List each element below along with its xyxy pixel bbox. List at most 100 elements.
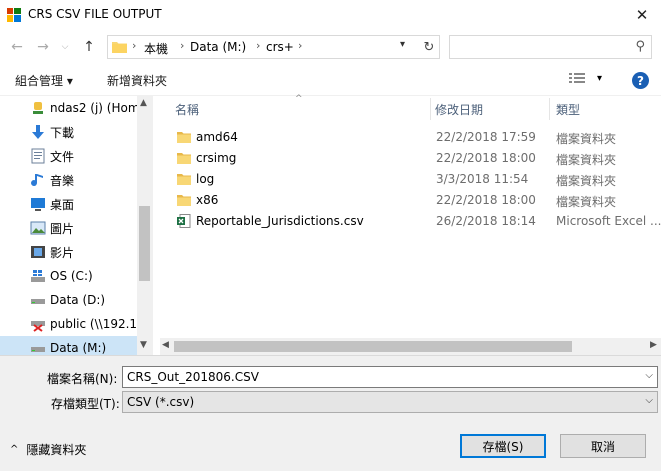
forward-button[interactable]: → — [32, 34, 54, 60]
scroll-right-icon[interactable]: ▶ — [650, 340, 657, 350]
file-type: 檔案資料夾 — [556, 132, 617, 146]
breadcrumb-item[interactable]: crs+ — [266, 40, 294, 54]
filetype-select[interactable]: CSV (*.csv) ⌵ — [122, 391, 658, 413]
chevron-up-icon: ^ — [10, 444, 19, 455]
folder-icon — [177, 130, 191, 144]
table-row[interactable]: x86 22/2/2018 18:00 檔案資料夾 — [173, 190, 661, 211]
chevron-down-icon: ▾ — [597, 72, 603, 84]
chevron-right-icon: › — [298, 39, 303, 52]
new-folder-button[interactable]: 新增資料夾 — [107, 72, 167, 89]
details-view-icon — [569, 72, 585, 84]
filename-value: CRS_Out_201806.CSV — [127, 370, 259, 384]
hide-folders-button[interactable]: ^ 隱藏資料夾 — [10, 441, 86, 458]
sidebar-item-label: OS (C:) — [50, 269, 93, 283]
scroll-left-icon[interactable]: ◀ — [162, 340, 169, 350]
up-arrow-icon: ↑ — [83, 39, 95, 55]
navigation-pane: ndas2 (j) (Home 下載 文件 音樂 桌面 圖片 影片 — [0, 96, 152, 355]
sidebar-item-pictures[interactable]: 圖片 — [0, 216, 137, 240]
scroll-down-icon[interactable]: ▼ — [140, 340, 147, 350]
download-icon — [30, 124, 46, 140]
column-header-name[interactable]: 名稱 — [175, 101, 199, 118]
sidebar-item-data-m[interactable]: Data (M:) — [0, 336, 137, 355]
desktop-icon — [30, 196, 46, 212]
filename-label: 檔案名稱(N): — [47, 372, 118, 386]
folder-icon — [177, 172, 191, 186]
sidebar-item-documents[interactable]: 文件 — [0, 144, 137, 168]
music-icon — [30, 172, 46, 188]
back-button[interactable]: ← — [6, 34, 28, 60]
sidebar-item-label: Data (M:) — [50, 341, 107, 355]
navigation-pane-scrollbar[interactable]: ▲ ▼ — [137, 96, 152, 355]
chevron-right-icon: › — [180, 39, 185, 52]
windows-drive-icon — [30, 268, 46, 284]
address-dropdown-icon[interactable]: ▾ — [400, 39, 405, 50]
help-icon[interactable]: ? — [632, 72, 649, 89]
sidebar-item-videos[interactable]: 影片 — [0, 240, 137, 264]
column-separator — [549, 98, 550, 120]
video-icon — [30, 244, 46, 260]
address-bar[interactable]: › 本機 › Data (M:) › crs+ › ▾ ↻ — [107, 35, 440, 59]
title-bar: CRS CSV FILE OUTPUT ✕ — [0, 0, 661, 30]
filetype-label: 存檔類型(T): — [51, 397, 120, 411]
back-arrow-icon: ← — [11, 39, 23, 55]
drive-icon — [30, 292, 46, 308]
network-user-icon — [30, 100, 46, 116]
sidebar-item-label: 下載 — [50, 125, 75, 140]
picture-icon — [30, 220, 46, 236]
filename-field[interactable]: CRS_Out_201806.CSV ⌵ — [122, 366, 658, 388]
file-list-horizontal-scrollbar[interactable]: ◀ ▶ — [160, 338, 661, 355]
refresh-icon[interactable]: ↻ — [420, 38, 438, 56]
organize-button[interactable]: 組合管理 ▾ — [15, 72, 73, 89]
sidebar-item-ndas2[interactable]: ndas2 (j) (Home — [0, 96, 137, 120]
table-row[interactable]: amd64 22/2/2018 17:59 檔案資料夾 — [173, 127, 661, 148]
table-row[interactable]: crsimg 22/2/2018 18:00 檔案資料夾 — [173, 148, 661, 169]
sidebar-item-music[interactable]: 音樂 — [0, 168, 137, 192]
chevron-down-icon[interactable]: ⌵ — [645, 370, 653, 381]
close-button[interactable]: ✕ — [627, 2, 657, 28]
scroll-up-icon[interactable]: ▲ — [140, 98, 147, 108]
recent-locations-button[interactable]: ⌵ — [58, 34, 72, 60]
column-header-date[interactable]: 修改日期 — [435, 101, 483, 118]
up-button[interactable]: ↑ — [78, 34, 100, 60]
sidebar-item-os-c[interactable]: OS (C:) — [0, 264, 137, 288]
breadcrumb-item[interactable]: Data (M:) — [190, 40, 246, 54]
sidebar-item-desktop[interactable]: 桌面 — [0, 192, 137, 216]
cancel-button[interactable]: 取消 — [560, 434, 646, 458]
file-list: ^ 名稱 修改日期 類型 amd64 22/2/2018 17:59 檔案資料夾… — [152, 94, 661, 355]
table-row[interactable]: Reportable_Jurisdictions.csv 26/2/2018 1… — [173, 211, 661, 232]
breadcrumb-item[interactable]: 本機 — [144, 40, 168, 57]
close-icon: ✕ — [635, 6, 649, 24]
file-name: Reportable_Jurisdictions.csv — [196, 214, 364, 228]
file-date: 22/2/2018 17:59 — [436, 130, 536, 144]
excel-file-icon — [177, 214, 191, 228]
sidebar-item-label: ndas2 (j) (Home — [50, 101, 137, 115]
view-options-button[interactable]: ▾ — [569, 72, 602, 84]
sidebar-item-downloads[interactable]: 下載 — [0, 120, 137, 144]
scrollbar-thumb[interactable] — [174, 341, 572, 352]
file-type: 檔案資料夾 — [556, 195, 617, 209]
forward-arrow-icon: → — [37, 39, 49, 55]
sidebar-item-label: 圖片 — [50, 221, 75, 236]
sidebar-item-label: 文件 — [50, 149, 75, 164]
document-icon — [30, 148, 46, 164]
sort-ascending-icon: ^ — [295, 94, 303, 104]
save-button[interactable]: 存檔(S) — [460, 434, 546, 458]
column-header-type[interactable]: 類型 — [556, 101, 580, 118]
file-date: 22/2/2018 18:00 — [436, 151, 536, 165]
sidebar-item-public-network[interactable]: public (\\192.16 — [0, 312, 137, 336]
app-icon — [6, 7, 22, 23]
search-input[interactable]: ⚲ — [449, 35, 652, 59]
scrollbar-thumb[interactable] — [139, 206, 150, 281]
file-name: crsimg — [196, 151, 237, 165]
file-name: log — [196, 172, 215, 186]
folder-icon — [177, 193, 191, 207]
filetype-value: CSV (*.csv) — [127, 395, 195, 409]
sidebar-item-label: 影片 — [50, 245, 75, 260]
chevron-right-icon: › — [132, 39, 137, 52]
table-row[interactable]: log 3/3/2018 11:54 檔案資料夾 — [173, 169, 661, 190]
column-separator — [430, 98, 431, 120]
sidebar-item-data-d[interactable]: Data (D:) — [0, 288, 137, 312]
folder-icon — [177, 151, 191, 165]
toolbar: 組合管理 ▾ 新增資料夾 ▾ — [0, 64, 661, 96]
file-date: 3/3/2018 11:54 — [436, 172, 529, 186]
